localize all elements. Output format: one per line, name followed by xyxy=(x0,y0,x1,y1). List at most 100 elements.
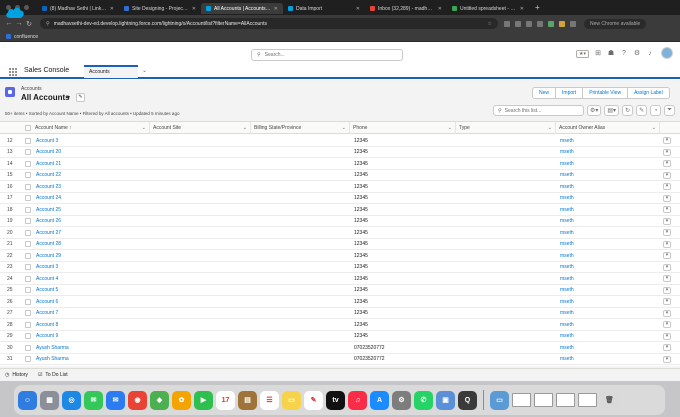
row-actions-chevron-icon[interactable]: ▾ xyxy=(663,217,671,225)
owner-alias-link[interactable]: mseth xyxy=(557,204,657,215)
chevron-down-icon[interactable]: ⌄ xyxy=(142,125,146,131)
owner-alias-link[interactable]: mseth xyxy=(557,193,657,204)
browser-tab[interactable]: All Accounts | Accounts | Sal...✕ xyxy=(201,3,283,14)
minimized-window-thumbnail[interactable] xyxy=(578,393,597,407)
user-avatar[interactable] xyxy=(661,47,673,59)
row-checkbox[interactable] xyxy=(22,319,32,330)
minimized-window-thumbnail[interactable] xyxy=(512,393,531,407)
row-actions-chevron-icon[interactable]: ▾ xyxy=(663,298,671,305)
owner-alias-link[interactable]: mseth xyxy=(557,331,657,342)
account-name-link[interactable]: Ayush Sharma xyxy=(33,342,149,353)
owner-alias-link[interactable]: mseth xyxy=(557,147,657,158)
chevron-down-icon[interactable]: ⌄ xyxy=(243,125,247,131)
owner-alias-link[interactable]: mseth xyxy=(557,285,657,296)
row-actions-chevron-icon[interactable]: ▾ xyxy=(663,309,671,317)
account-name-link[interactable]: Account 3 xyxy=(33,262,149,273)
browser-tab[interactable]: Data Import ✕ xyxy=(283,3,365,14)
row-actions-chevron-icon[interactable]: ▾ xyxy=(663,344,671,351)
edit-list-icon[interactable]: ✎ xyxy=(636,105,648,116)
table-row[interactable]: 28 Account 8 12345 mseth ▾ xyxy=(0,319,680,331)
forward-arrow-icon[interactable]: → xyxy=(14,20,24,27)
row-checkbox[interactable] xyxy=(22,181,32,192)
list-view-picker-icon[interactable]: ▼ xyxy=(66,95,71,101)
column-owner-alias[interactable]: Account Owner Alias ⌄ xyxy=(556,122,660,134)
maps-icon[interactable]: ◆ xyxy=(150,390,169,410)
row-actions-chevron-icon[interactable]: ▾ xyxy=(663,355,671,363)
row-actions-chevron-icon[interactable]: ▾ xyxy=(663,137,671,144)
omnibox[interactable]: ⚲ madhavsethi-dev-ed.develop.lightning.f… xyxy=(40,18,498,29)
column-phone[interactable]: Phone ⌄ xyxy=(350,122,456,134)
browser-tab[interactable]: Site Designing - Project ma...✕ xyxy=(119,3,201,14)
table-row[interactable]: 25 Account 5 12345 mseth ▾ xyxy=(0,285,680,296)
account-name-link[interactable]: Account 28 xyxy=(33,239,149,250)
messages-icon[interactable]: ✉ xyxy=(84,390,103,410)
owner-alias-link[interactable]: mseth xyxy=(557,250,657,261)
row-checkbox[interactable] xyxy=(22,354,32,365)
account-name-link[interactable]: Ayush Sharma xyxy=(33,354,149,365)
owner-alias-link[interactable]: mseth xyxy=(557,273,657,284)
back-arrow-icon[interactable]: ← xyxy=(4,20,14,27)
row-checkbox[interactable] xyxy=(22,273,32,284)
global-search-box[interactable]: ⚲ Search... xyxy=(251,49,403,61)
new-tab-icon[interactable]: + xyxy=(535,3,540,12)
list-settings-gear-icon[interactable]: ⚙▾ xyxy=(587,105,602,116)
app-launcher-icon[interactable] xyxy=(9,68,17,76)
owner-alias-link[interactable]: mseth xyxy=(557,135,657,146)
table-row[interactable]: 16 Account 23 12345 mseth ▾ xyxy=(0,181,680,193)
account-name-link[interactable]: Account 5 xyxy=(33,285,149,296)
mail-icon[interactable]: ✉ xyxy=(106,390,125,410)
trash-icon[interactable]: 🗑 xyxy=(600,390,619,410)
row-actions-chevron-icon[interactable]: ▾ xyxy=(663,183,671,190)
row-checkbox[interactable] xyxy=(22,239,32,250)
quicktime-icon[interactable]: Q xyxy=(458,390,477,410)
app-store-icon[interactable]: A xyxy=(370,390,389,410)
setup-gear-icon[interactable]: ⚙ xyxy=(633,50,641,58)
trailhead-icon[interactable]: ☗ xyxy=(607,50,615,58)
extension-icon[interactable] xyxy=(559,20,565,27)
row-checkbox[interactable] xyxy=(22,170,32,181)
row-checkbox[interactable] xyxy=(22,227,32,238)
whatsapp-icon[interactable]: ✆ xyxy=(414,390,433,410)
safari-icon[interactable]: ◎ xyxy=(62,390,81,410)
table-row[interactable]: 23 Account 3 12345 mseth ▾ xyxy=(0,262,680,273)
music-icon[interactable]: ♫ xyxy=(348,390,367,410)
column-billing-state[interactable]: Billing State/Province ⌄ xyxy=(251,122,350,134)
global-actions-icon[interactable]: ⊞ xyxy=(594,50,602,58)
browser-tab[interactable]: (8) Madhav Sethi | LinkedIn ✕ xyxy=(37,3,119,14)
row-checkbox[interactable] xyxy=(22,158,32,169)
notes-icon[interactable]: ▭ xyxy=(282,390,301,410)
close-tab-icon[interactable]: ✕ xyxy=(274,6,278,12)
owner-alias-link[interactable]: mseth xyxy=(557,262,657,273)
close-tab-icon[interactable]: ✕ xyxy=(438,6,442,12)
table-row[interactable]: 15 Account 22 12345 mseth ▾ xyxy=(0,170,680,181)
downloads-folder-icon[interactable]: ▭ xyxy=(490,390,509,410)
filter-icon[interactable]: ⏷ xyxy=(664,105,676,116)
account-name-link[interactable]: Account 21 xyxy=(33,158,149,169)
column-type[interactable]: Type ⌄ xyxy=(456,122,556,134)
row-actions-chevron-icon[interactable]: ▾ xyxy=(663,263,671,271)
owner-alias-link[interactable]: mseth xyxy=(557,227,657,238)
account-name-link[interactable]: Account 20 xyxy=(33,147,149,158)
pin-list-view-icon[interactable]: ✎ xyxy=(76,93,85,102)
finder-icon[interactable]: ☺ xyxy=(18,390,37,410)
row-checkbox[interactable] xyxy=(22,262,32,273)
reload-icon[interactable]: ↻ xyxy=(24,20,34,28)
row-checkbox[interactable] xyxy=(22,308,32,319)
assign-label-button[interactable]: Assign Label xyxy=(627,87,670,99)
column-account-name[interactable]: Account Name ↑ ⌄ xyxy=(32,122,150,134)
account-name-link[interactable]: Account 29 xyxy=(33,250,149,261)
row-actions-chevron-icon[interactable]: ▾ xyxy=(663,275,671,282)
table-row[interactable]: 30 Ayush Sharma 07023520772 mseth ▾ xyxy=(0,342,680,354)
row-actions-chevron-icon[interactable]: ▾ xyxy=(663,171,671,179)
chrome-icon[interactable]: ◉ xyxy=(128,390,147,410)
owner-alias-link[interactable]: mseth xyxy=(557,158,657,169)
table-row[interactable]: 17 Account 24 12345 mseth ▾ xyxy=(0,193,680,204)
owner-alias-link[interactable]: mseth xyxy=(557,239,657,250)
help-icon[interactable]: ? xyxy=(620,50,628,58)
extension-icon[interactable] xyxy=(537,20,543,27)
account-name-link[interactable]: Account 7 xyxy=(33,308,149,319)
table-row[interactable]: 21 Account 28 12345 mseth ▾ xyxy=(0,239,680,250)
close-tab-icon[interactable]: ✕ xyxy=(110,6,114,12)
list-search-input[interactable]: ⚲ Search this list... xyxy=(493,105,584,116)
chevron-down-icon[interactable]: ⌄ xyxy=(548,125,552,131)
